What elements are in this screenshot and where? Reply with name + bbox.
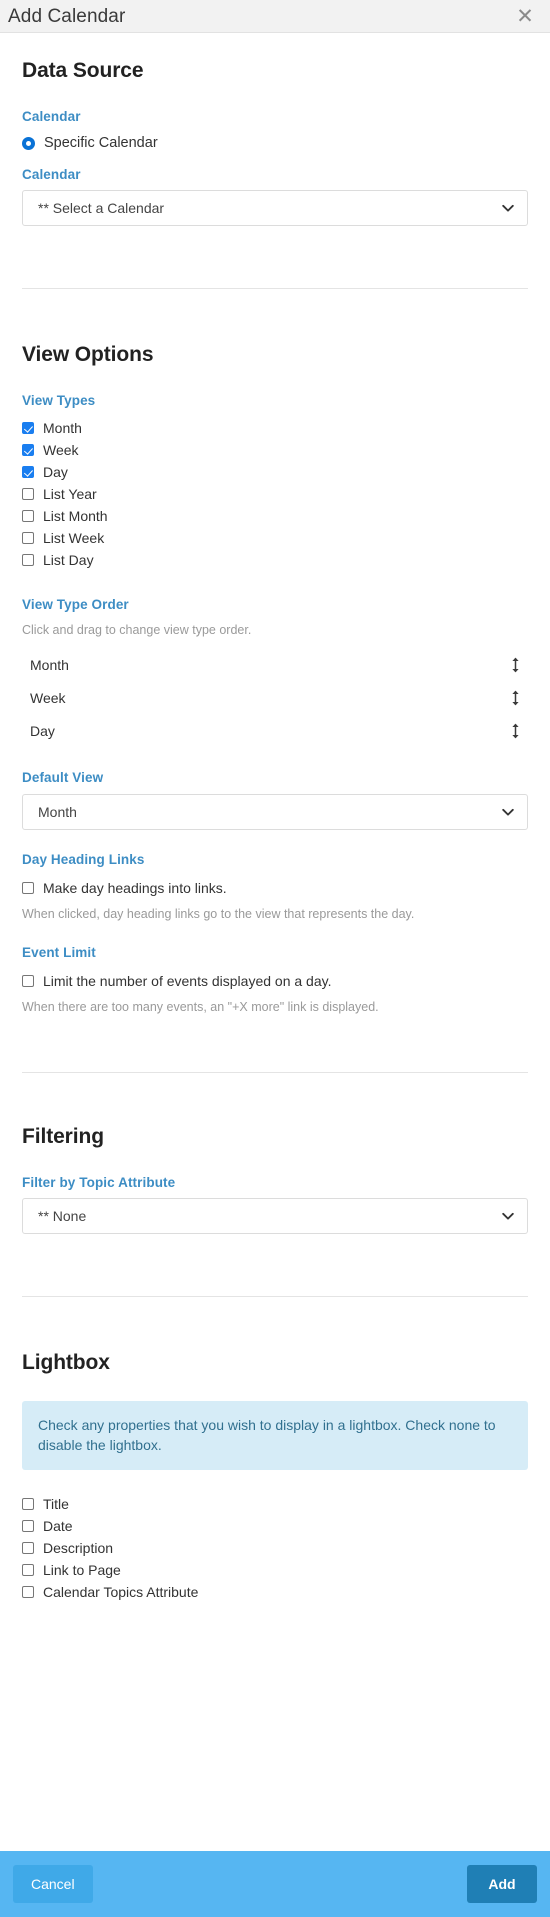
calendar-select-value: ** Select a Calendar: [38, 200, 165, 216]
checkbox-day[interactable]: [22, 466, 34, 478]
add-calendar-dialog: Add Calendar ✕ Data Source Calendar Spec…: [0, 0, 550, 1917]
calendar-radio-group-label: Calendar: [22, 109, 81, 124]
dialog-title: Add Calendar: [8, 5, 126, 27]
filter-by-topic-attribute-select[interactable]: ** None: [22, 1197, 528, 1234]
checkbox-row-list-month[interactable]: List Month: [22, 505, 528, 527]
view-type-order-list: Month Week Day: [22, 649, 528, 748]
checkbox-row-description[interactable]: Description: [22, 1537, 528, 1559]
checkbox-row-day-heading-links[interactable]: Make day headings into links.: [22, 877, 528, 899]
dialog-body: Data Source Calendar Specific Calendar C…: [0, 33, 550, 1851]
day-heading-links-label: Day Heading Links: [22, 851, 145, 867]
checkbox-title[interactable]: [22, 1498, 34, 1511]
section-data-source: Data Source Calendar Specific Calendar C…: [22, 33, 528, 289]
dialog-header: Add Calendar ✕: [0, 0, 550, 33]
checkbox-list-day[interactable]: [22, 554, 34, 566]
filtering-heading: Filtering: [22, 1124, 104, 1148]
drag-vertical-icon[interactable]: [508, 723, 522, 739]
checkbox-month[interactable]: [22, 422, 34, 434]
checkbox-row-list-day[interactable]: List Day: [22, 549, 528, 571]
checkbox-row-list-week[interactable]: List Week: [22, 527, 528, 549]
checkbox-label-day: Day: [43, 464, 68, 480]
add-button[interactable]: Add: [467, 1865, 537, 1903]
radio-specific-calendar[interactable]: Specific Calendar: [22, 135, 528, 151]
checkbox-date[interactable]: [22, 1520, 34, 1533]
data-source-heading: Data Source: [22, 59, 144, 82]
view-types-label: View Types: [22, 393, 96, 408]
checkbox-list-week[interactable]: [22, 532, 34, 544]
day-heading-links-help: When clicked, day heading links go to th…: [22, 906, 415, 921]
sortable-label-week: Week: [30, 690, 66, 707]
event-limit-help: When there are too many events, an "+X m…: [22, 999, 379, 1014]
checkbox-calendar-topics-attribute[interactable]: [22, 1586, 34, 1599]
checkbox-label-list-week: List Week: [43, 530, 105, 546]
checkbox-event-limit[interactable]: [22, 974, 34, 987]
view-type-order-help: Click and drag to change view type order…: [22, 623, 252, 637]
default-view-label: Default View: [22, 769, 104, 785]
checkbox-row-calendar-topics-attribute[interactable]: Calendar Topics Attribute: [22, 1581, 528, 1603]
sortable-label-month: Month: [30, 657, 69, 674]
checkbox-row-link-to-page[interactable]: Link to Page: [22, 1559, 528, 1581]
checkbox-label-link-to-page: Link to Page: [43, 1562, 121, 1579]
calendar-select-label: Calendar: [22, 167, 81, 182]
lightbox-info-alert: Check any properties that you wish to di…: [22, 1400, 528, 1471]
checkbox-row-month[interactable]: Month: [22, 417, 528, 439]
sortable-row-month[interactable]: Month: [22, 649, 528, 682]
checkbox-label-event-limit: Limit the number of events displayed on …: [43, 972, 332, 989]
default-view-select[interactable]: Month: [22, 793, 528, 830]
event-limit-label: Event Limit: [22, 944, 96, 960]
checkbox-row-date[interactable]: Date: [22, 1515, 528, 1537]
lightbox-heading: Lightbox: [22, 1350, 110, 1374]
checkbox-label-list-year: List Year: [43, 486, 97, 502]
checkbox-row-day[interactable]: Day: [22, 461, 528, 483]
checkbox-row-list-year[interactable]: List Year: [22, 483, 528, 505]
close-icon[interactable]: ✕: [514, 5, 536, 27]
checkbox-day-heading-links[interactable]: [22, 881, 34, 894]
cancel-button[interactable]: Cancel: [13, 1865, 93, 1903]
section-lightbox: Lightbox Check any properties that you w…: [22, 1297, 528, 1604]
filter-by-topic-attribute-label: Filter by Topic Attribute: [22, 1174, 176, 1190]
lightbox-properties-group: Title Date Description Link to Page Cale…: [22, 1493, 528, 1603]
view-options-heading: View Options: [22, 343, 154, 366]
sortable-label-day: Day: [30, 723, 55, 740]
checkbox-label-description: Description: [43, 1540, 114, 1557]
chevron-down-icon: [502, 204, 514, 212]
chevron-down-icon: [502, 808, 514, 816]
checkbox-row-title[interactable]: Title: [22, 1493, 528, 1515]
section-filtering: Filtering Filter by Topic Attribute ** N…: [22, 1073, 528, 1297]
default-view-value: Month: [38, 803, 77, 820]
drag-vertical-icon[interactable]: [508, 657, 522, 673]
checkbox-label-week: Week: [43, 442, 79, 458]
checkbox-label-month: Month: [43, 420, 82, 436]
section-view-options: View Options View Types Month Week Day L…: [22, 289, 528, 1073]
view-type-order-label: View Type Order: [22, 597, 129, 612]
view-types-checkbox-group: Month Week Day List Year List Month List…: [22, 417, 528, 571]
checkbox-label-list-day: List Day: [43, 552, 94, 568]
checkbox-list-month[interactable]: [22, 510, 34, 522]
sortable-row-day[interactable]: Day: [22, 715, 528, 748]
checkbox-week[interactable]: [22, 444, 34, 456]
checkbox-description[interactable]: [22, 1542, 34, 1555]
filter-by-topic-attribute-value: ** None: [38, 1207, 87, 1224]
checkbox-label-date: Date: [43, 1518, 73, 1535]
dialog-footer: Cancel Add: [0, 1851, 550, 1917]
checkbox-label-calendar-topics-attribute: Calendar Topics Attribute: [43, 1584, 199, 1601]
checkbox-label-list-month: List Month: [43, 508, 108, 524]
checkbox-label-title: Title: [43, 1496, 69, 1513]
checkbox-label-day-heading-links: Make day headings into links.: [43, 879, 227, 896]
chevron-down-icon: [502, 1212, 514, 1220]
drag-vertical-icon[interactable]: [508, 690, 522, 706]
radio-input-specific-calendar[interactable]: [22, 136, 35, 150]
checkbox-row-event-limit[interactable]: Limit the number of events displayed on …: [22, 970, 528, 992]
checkbox-row-week[interactable]: Week: [22, 439, 528, 461]
checkbox-list-year[interactable]: [22, 488, 34, 500]
sortable-row-week[interactable]: Week: [22, 682, 528, 715]
calendar-select[interactable]: ** Select a Calendar: [22, 190, 528, 226]
checkbox-link-to-page[interactable]: [22, 1564, 34, 1577]
radio-label-specific-calendar: Specific Calendar: [44, 135, 158, 151]
